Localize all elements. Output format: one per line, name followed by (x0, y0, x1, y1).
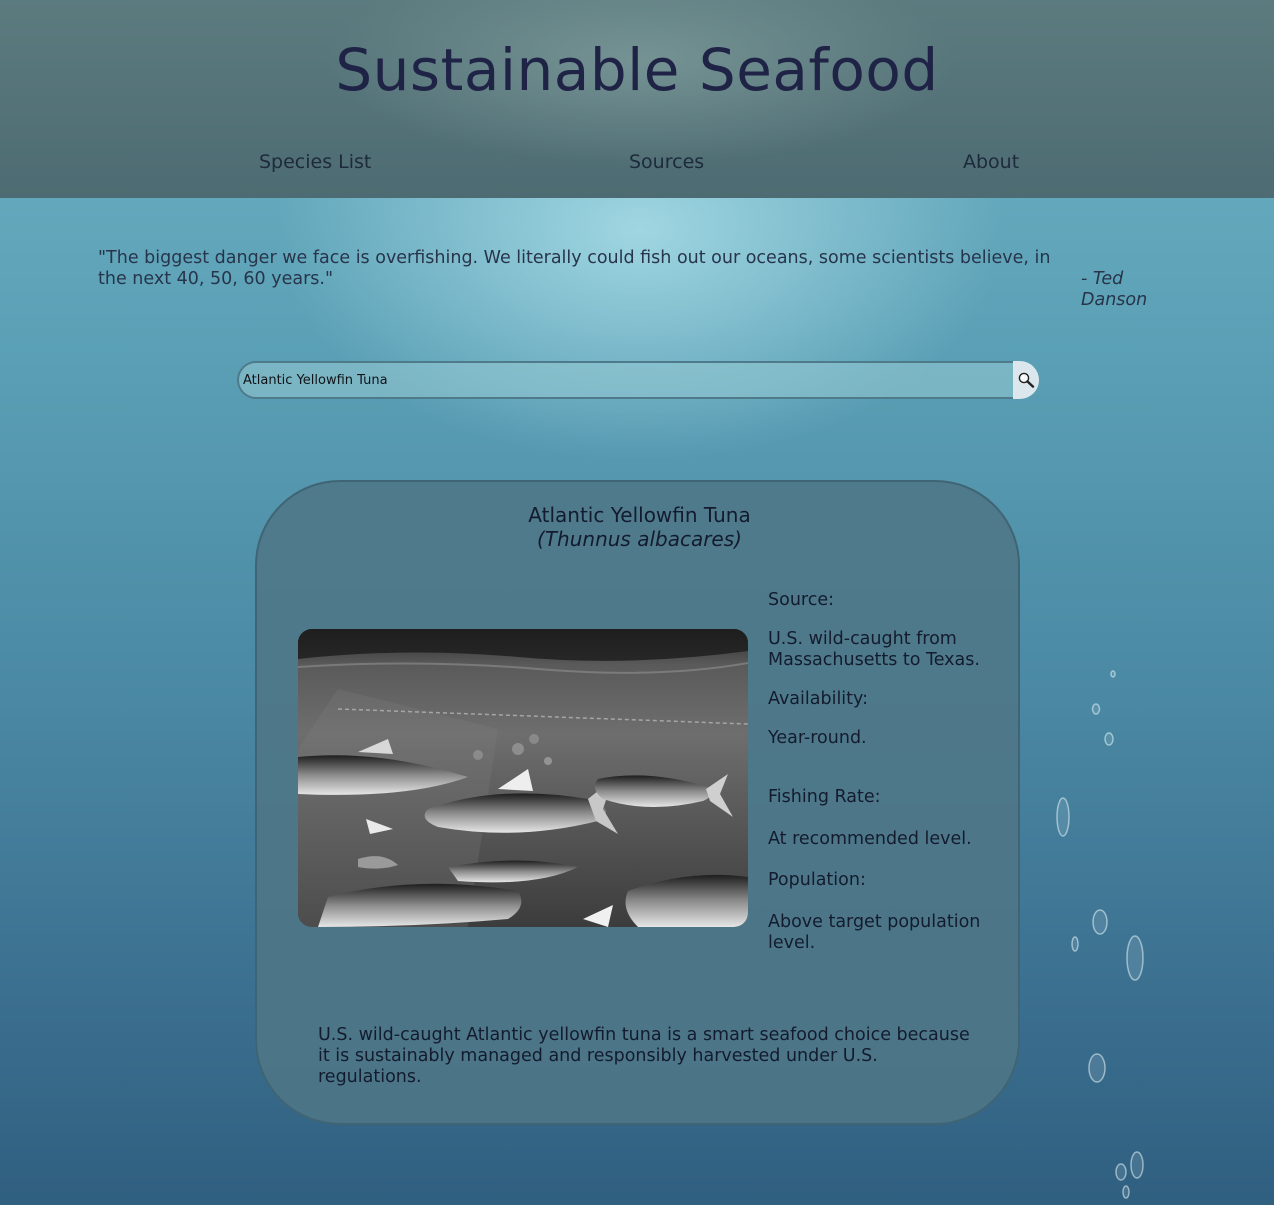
nav-species-list[interactable]: Species List (259, 151, 371, 173)
fact-label-population: Population: (768, 870, 866, 890)
fact-value-availability: Year-round. (768, 728, 867, 748)
fact-value-fishing-rate: At recommended level. (768, 829, 972, 849)
species-scientific-name: (Thunnus albacares) (537, 527, 742, 551)
fact-label-availability: Availability: (768, 689, 869, 709)
site-header: Sustainable Seafood Species List Sources… (0, 0, 1274, 198)
fact-label-source: Source: (768, 590, 835, 610)
species-photo (298, 629, 748, 927)
quote-text: "The biggest danger we face is overfishi… (98, 248, 1051, 289)
fact-label-fishing-rate: Fishing Rate: (768, 787, 881, 807)
species-card: Atlantic Yellowfin Tuna (Thunnus albacar… (255, 480, 1020, 1125)
nav-sources[interactable]: Sources (629, 151, 704, 173)
fact-value-source: U.S. wild-caught from Massachusetts to T… (768, 629, 980, 670)
species-common-name: Atlantic Yellowfin Tuna (528, 503, 751, 527)
quote-author: - Ted Danson (1081, 269, 1148, 310)
site-title: Sustainable Seafood (335, 36, 939, 104)
magnifier-icon (1018, 372, 1035, 388)
nav-about[interactable]: About (963, 151, 1019, 173)
search-button[interactable] (1013, 361, 1039, 399)
species-summary: U.S. wild-caught Atlantic yellowfin tuna… (318, 1025, 970, 1087)
search-input[interactable] (237, 361, 1013, 399)
fact-value-population: Above target population level. (768, 912, 981, 953)
bubbles-decoration (1056, 670, 1144, 1199)
